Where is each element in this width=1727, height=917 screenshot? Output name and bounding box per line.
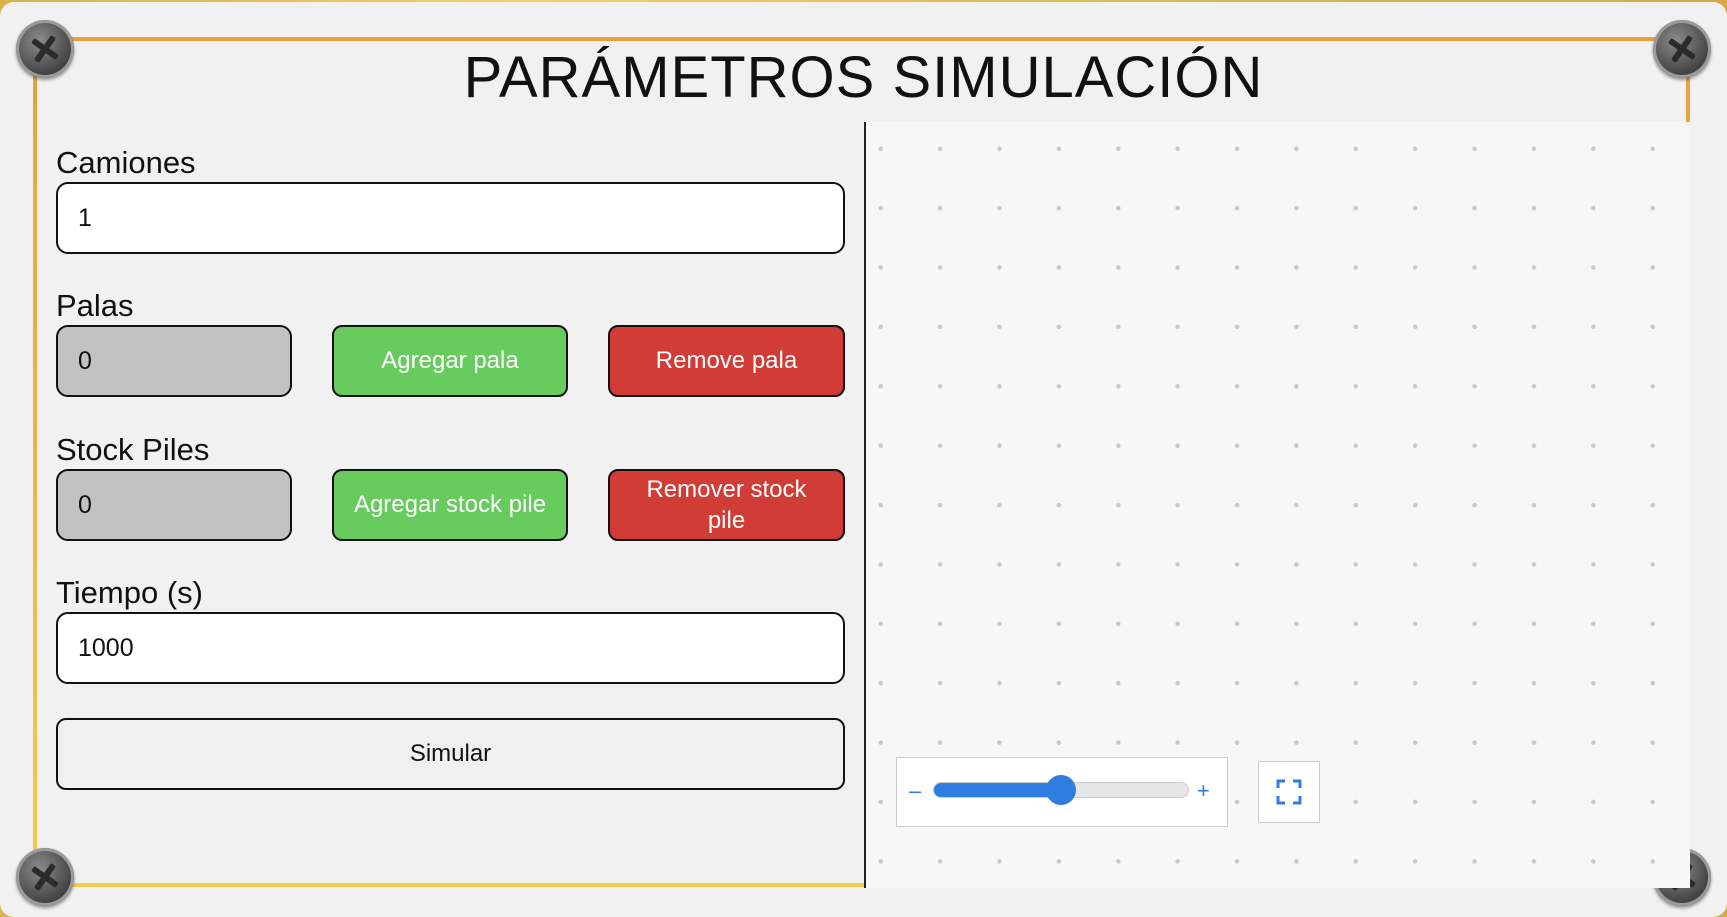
remove-pala-button[interactable]: Remove pala	[608, 325, 845, 397]
stock-piles-count-field: 0	[56, 469, 292, 541]
tiempo-input[interactable]: 1000	[56, 612, 845, 684]
screw-icon	[16, 848, 74, 906]
zoom-slider[interactable]	[933, 775, 1189, 805]
simulation-panel: PARÁMETROS SIMULACIÓN Camiones 1 Palas 0…	[0, 2, 1727, 917]
zoom-slider-fill	[934, 783, 1061, 797]
camiones-label: Camiones	[56, 145, 196, 180]
zoom-control: – +	[896, 757, 1228, 827]
camiones-input[interactable]: 1	[56, 182, 845, 254]
fullscreen-button[interactable]	[1258, 761, 1320, 823]
page-title: PARÁMETROS SIMULACIÓN	[463, 45, 1264, 110]
stock-piles-label: Stock Piles	[56, 432, 210, 467]
zoom-in-icon[interactable]: +	[1197, 778, 1210, 804]
simulate-button[interactable]: Simular	[56, 718, 845, 790]
add-pala-button[interactable]: Agregar pala	[332, 325, 568, 397]
zoom-slider-thumb[interactable]	[1046, 775, 1076, 805]
palas-count-field: 0	[56, 325, 292, 397]
remove-stock-pile-button[interactable]: Remover stock pile	[608, 469, 845, 541]
palas-label: Palas	[56, 288, 134, 323]
tiempo-label: Tiempo (s)	[56, 575, 203, 610]
fullscreen-icon	[1276, 779, 1302, 805]
add-stock-pile-button[interactable]: Agregar stock pile	[332, 469, 568, 541]
zoom-out-icon[interactable]: –	[909, 778, 921, 804]
